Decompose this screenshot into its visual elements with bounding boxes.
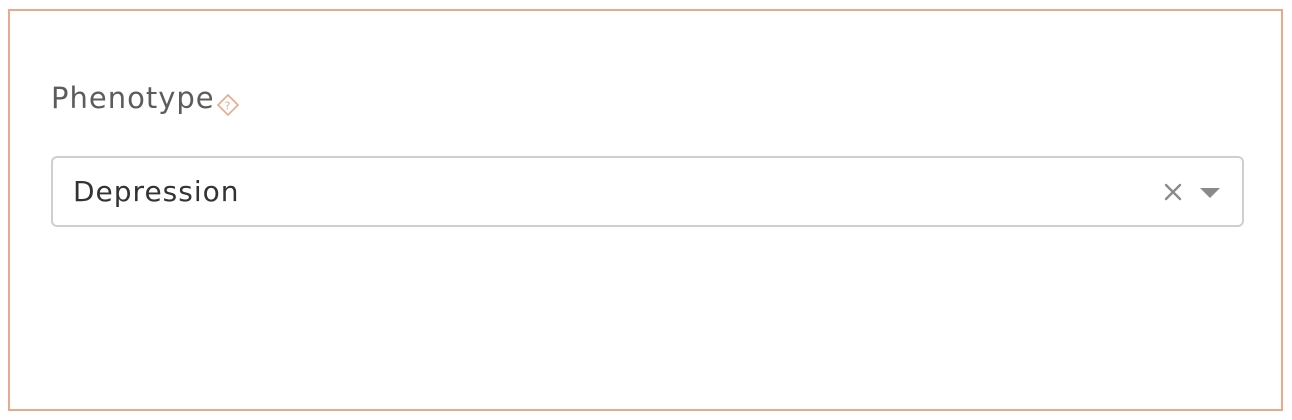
- svg-text:?: ?: [224, 100, 231, 113]
- phenotype-select[interactable]: Depression: [51, 156, 1244, 227]
- phenotype-label: Phenotype: [51, 81, 215, 115]
- phenotype-panel: Phenotype ? Depression: [8, 9, 1283, 411]
- selected-value: Depression: [73, 175, 240, 208]
- phenotype-label-row: Phenotype ?: [51, 81, 239, 117]
- question-diamond-icon[interactable]: ?: [216, 89, 239, 117]
- caret-down-icon[interactable]: [1198, 186, 1222, 200]
- close-icon[interactable]: [1161, 180, 1185, 204]
